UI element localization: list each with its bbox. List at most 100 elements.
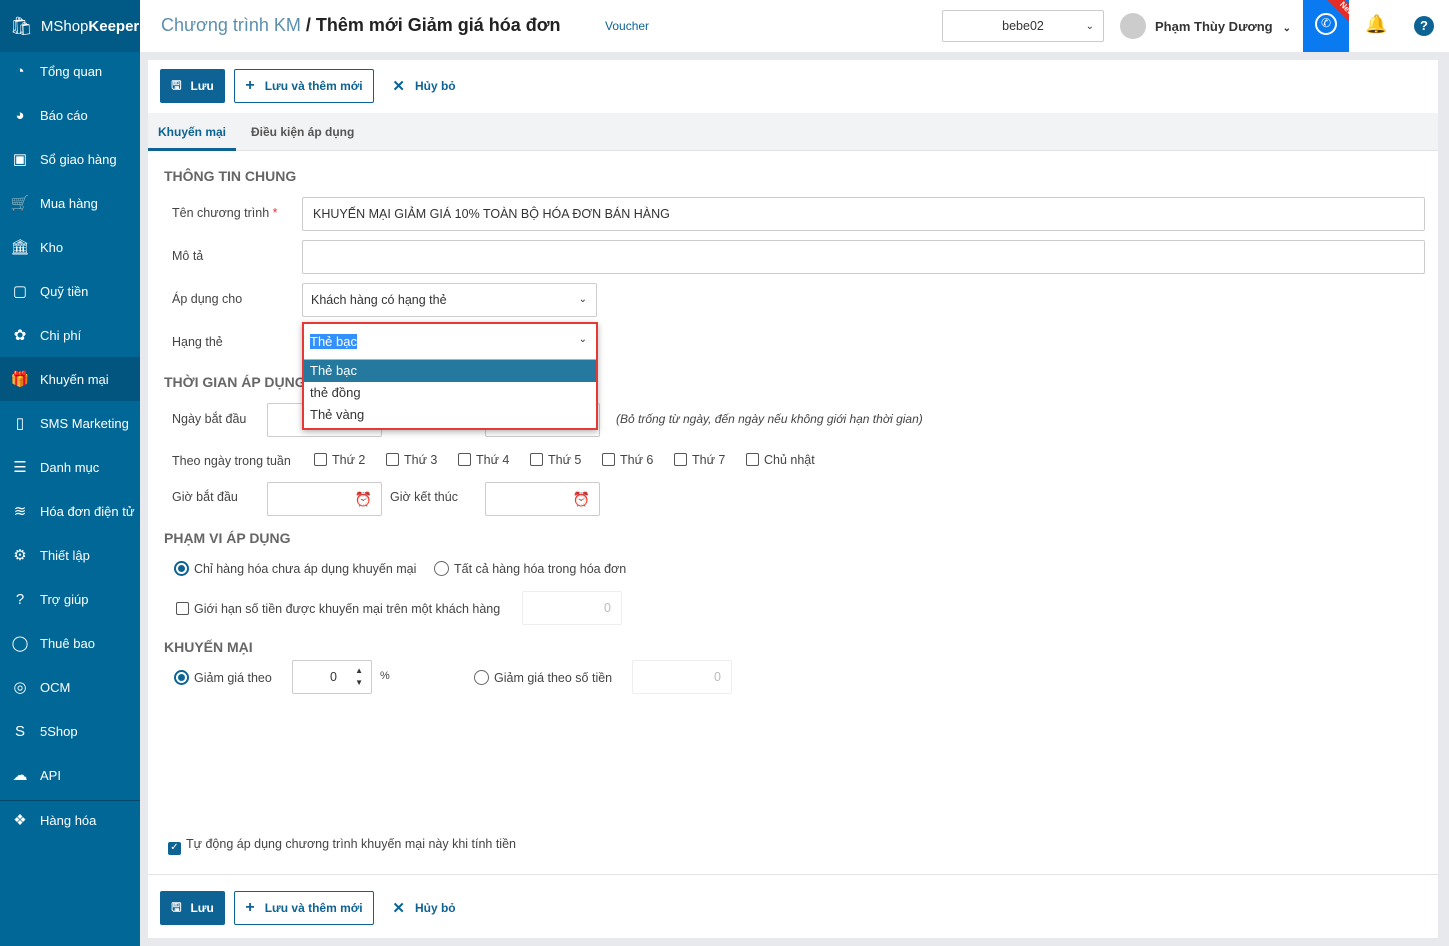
weekday-checkbox[interactable]: Thứ 2 xyxy=(314,453,365,467)
close-icon: ✕ xyxy=(392,900,405,917)
chevron-down-icon: ⌄ xyxy=(1085,21,1094,32)
delivery-book-icon: ▣ xyxy=(12,151,28,168)
logo[interactable]: 🛍 MShop Keeper xyxy=(0,0,140,52)
sidebar-item[interactable]: 🏛 Kho xyxy=(0,225,140,269)
pie-chart-icon: ◕ xyxy=(15,106,25,124)
sidebar-item-label: Hàng hóa xyxy=(40,812,97,828)
sidebar-item[interactable]: ◎ OCM xyxy=(0,665,140,709)
sidebar-item-label: Thiết lập xyxy=(40,547,90,563)
radio-icon xyxy=(474,670,489,685)
sidebar-item[interactable]: ◔ Tổng quan xyxy=(0,49,140,93)
dashboard-icon: ◔ xyxy=(15,62,25,80)
weekday-checkbox[interactable]: Thứ 4 xyxy=(458,453,509,467)
safe-icon: ▢ xyxy=(12,283,28,300)
5shop-icon: S xyxy=(14,722,25,740)
sidebar-item-label: SMS Marketing xyxy=(40,415,129,431)
sidebar-item-label: OCM xyxy=(40,679,71,695)
sidebar-item-label: Hóa đơn điện tử xyxy=(40,503,135,519)
sidebar-item[interactable]: ▣ Sổ giao hàng xyxy=(0,137,140,181)
percent-discount-option[interactable]: Giảm giá theo xyxy=(174,670,272,685)
save-button-bottom[interactable]: 🖫 Lưu xyxy=(160,891,225,925)
sidebar-item[interactable]: ◯ Thuê bao xyxy=(0,621,140,665)
help-icon: ? xyxy=(15,590,25,608)
scope-option-all[interactable]: Tất cả hàng hóa trong hóa đơn xyxy=(434,561,626,576)
card-tier-dropdown: Thẻ bạc ⌄ Thẻ bạc thẻ đồng Thẻ vàng xyxy=(302,322,598,430)
sidebar-item[interactable]: ▯ SMS Marketing xyxy=(0,401,140,445)
checkbox-icon xyxy=(602,453,615,466)
sidebar-item[interactable]: ☁ API xyxy=(0,753,140,797)
save-and-new-button[interactable]: + Lưu và thêm mới xyxy=(234,69,374,103)
cancel-button-bottom[interactable]: ✕ Hủy bỏ xyxy=(384,891,464,925)
sidebar-item[interactable]: 🛒 Mua hàng xyxy=(0,181,140,225)
sidebar-item[interactable]: ✿ Chi phí xyxy=(0,313,140,357)
weekday-checkbox[interactable]: Thứ 3 xyxy=(386,453,437,467)
stepper-arrows-icon[interactable]: ▲ ▼ xyxy=(355,665,363,689)
plus-icon: + xyxy=(245,899,255,916)
end-time-input[interactable]: ⏰ xyxy=(485,482,600,516)
phone-icon: ✆ xyxy=(1315,13,1337,35)
checkbox-icon xyxy=(530,453,543,466)
weekday-checkbox[interactable]: Chủ nhật xyxy=(746,453,815,467)
sidebar-item[interactable]: S 5Shop xyxy=(0,709,140,753)
percent-stepper[interactable]: 0 ▲ ▼ xyxy=(292,660,372,694)
weekday-checkbox[interactable]: Thứ 7 xyxy=(674,453,725,467)
tier-option[interactable]: Thẻ vàng xyxy=(304,404,596,426)
avatar[interactable] xyxy=(1120,13,1146,39)
auto-apply-checkbox[interactable]: ✓ Tự động áp dụng chương trình khuyến mại… xyxy=(168,837,516,855)
weekday-checkbox[interactable]: Thứ 6 xyxy=(602,453,653,467)
program-name-input[interactable]: KHUYẾN MẠI GIẢM GIÁ 10% TOÀN BỘ HÓA ĐƠN … xyxy=(302,197,1425,231)
start-time-input[interactable]: ⏰ xyxy=(267,482,382,516)
user-menu[interactable]: Phạm Thùy Dương ⌄ xyxy=(1155,19,1291,34)
save-button[interactable]: 🖫 Lưu xyxy=(160,69,225,103)
description-input[interactable] xyxy=(302,240,1425,274)
sidebar-item[interactable]: 🎁 Khuyến mại xyxy=(0,357,140,401)
invoice-icon: ≋ xyxy=(13,503,27,520)
floppy-icon: 🖫 xyxy=(171,77,182,92)
sidebar-item[interactable]: ⚙ Thiết lập xyxy=(0,533,140,577)
gift-icon: 🎁 xyxy=(10,371,30,388)
sidebar-item[interactable]: ❖ Hàng hóa xyxy=(0,798,140,842)
tab-bar: Khuyến mại Điều kiện áp dụng xyxy=(148,113,1438,151)
sidebar-item[interactable]: ☰ Danh mục xyxy=(0,445,140,489)
checkbox-icon xyxy=(458,453,471,466)
sidebar-item[interactable]: ? Trợ giúp xyxy=(0,577,140,621)
section-promotion: KHUYẾN MẠI xyxy=(164,639,253,655)
floppy-icon: 🖫 xyxy=(171,899,182,914)
checkbox-icon xyxy=(674,453,687,466)
alarm-clock-icon: ⏰ xyxy=(354,491,372,507)
plus-icon: + xyxy=(245,77,255,94)
limit-checkbox[interactable]: Giới hạn số tiền được khuyến mại trên mộ… xyxy=(176,602,500,616)
amount-input[interactable]: 0 xyxy=(632,660,732,694)
sidebar-item[interactable]: ◕ Báo cáo xyxy=(0,93,140,137)
breadcrumb-parent[interactable]: Chương trình KM xyxy=(161,15,301,35)
checkbox-icon xyxy=(314,453,327,466)
amount-discount-option[interactable]: Giảm giá theo số tiền xyxy=(474,670,612,685)
tab-promotion[interactable]: Khuyến mại xyxy=(148,113,237,151)
apply-to-select[interactable]: Khách hàng có hạng thẻ ⌄ xyxy=(302,283,597,317)
sidebar-item[interactable]: ▢ Quỹ tiền xyxy=(0,269,140,313)
user-icon: ◯ xyxy=(11,635,29,652)
limit-amount-input[interactable]: 0 xyxy=(522,591,622,625)
cancel-button[interactable]: ✕ Hủy bỏ xyxy=(384,69,464,103)
scope-option-unpromoted[interactable]: Chỉ hàng hóa chưa áp dụng khuyến mại xyxy=(174,561,416,576)
tier-option[interactable]: Thẻ bạc xyxy=(304,360,596,382)
bell-icon[interactable]: 🔔 xyxy=(1365,14,1387,35)
page-title: Thêm mới Giảm giá hóa đơn xyxy=(315,15,561,35)
card-tier-select[interactable]: Thẻ bạc ⌄ xyxy=(304,324,596,360)
voucher-link[interactable]: Voucher xyxy=(605,19,649,33)
expense-icon: ✿ xyxy=(13,327,27,344)
alarm-clock-icon: ⏰ xyxy=(572,491,590,507)
weekday-checkbox[interactable]: Thứ 5 xyxy=(530,453,581,467)
section-scope: PHẠM VI ÁP DỤNG xyxy=(164,530,291,546)
sidebar-item-label: API xyxy=(40,767,61,783)
store-select[interactable]: bebe02 ⌄ xyxy=(942,10,1104,42)
sidebar-item[interactable]: ≋ Hóa đơn điện tử xyxy=(0,489,140,533)
sidebar-item-label: Sổ giao hàng xyxy=(40,151,117,167)
chevron-down-icon: ⌄ xyxy=(578,294,587,305)
call-button[interactable]: ✆ New xyxy=(1303,0,1349,52)
tab-conditions[interactable]: Điều kiện áp dụng xyxy=(241,113,364,151)
tier-option[interactable]: thẻ đồng xyxy=(304,382,596,404)
save-and-new-button-bottom[interactable]: + Lưu và thêm mới xyxy=(234,891,374,925)
sidebar-divider xyxy=(0,800,140,801)
help-icon[interactable]: ? xyxy=(1414,16,1434,36)
